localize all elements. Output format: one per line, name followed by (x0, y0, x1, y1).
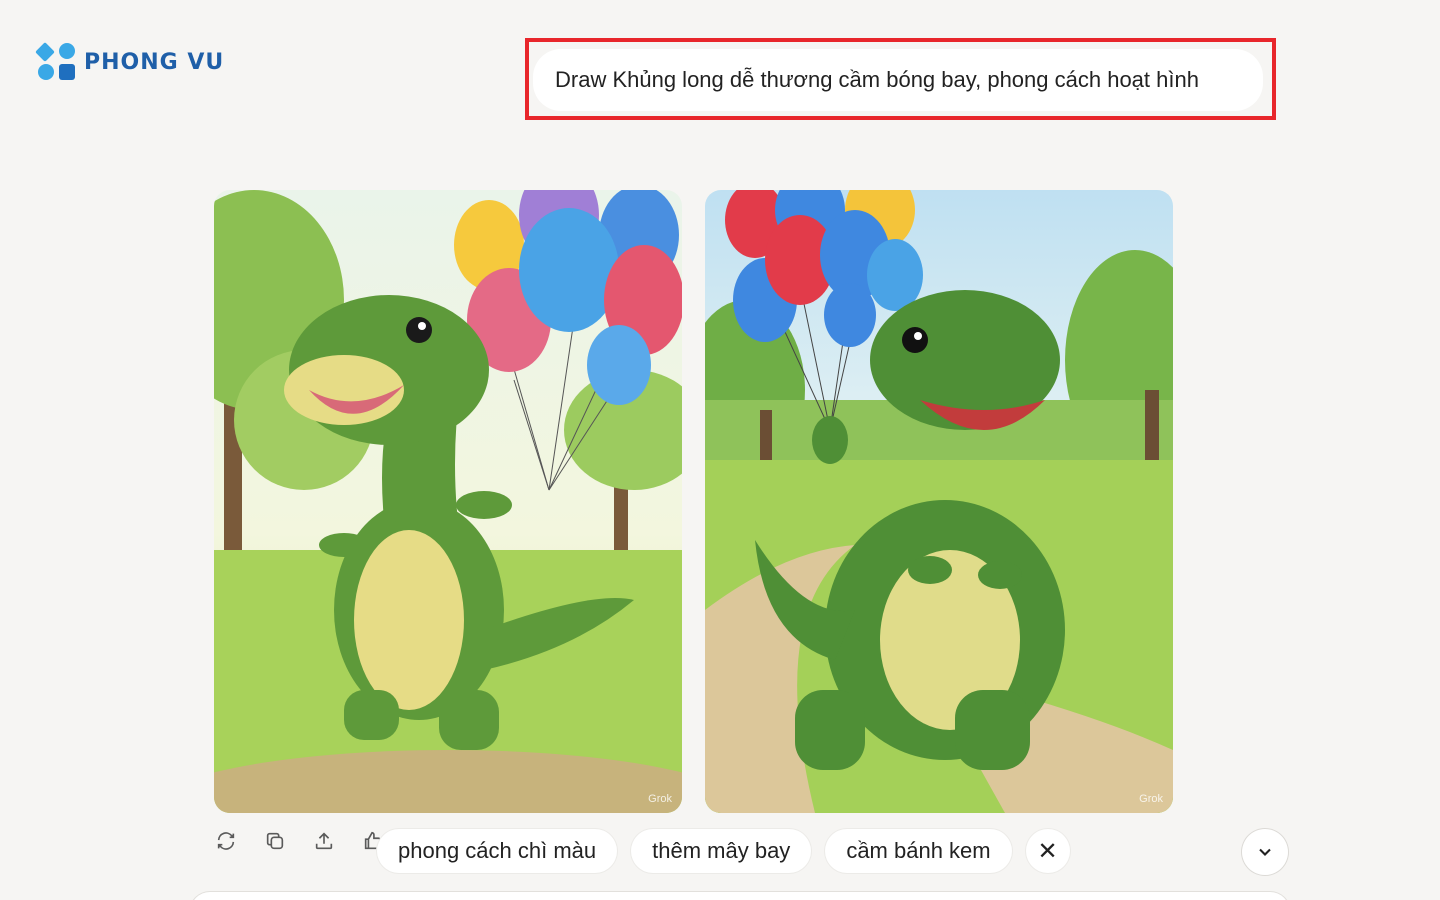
suggestion-chip[interactable]: thêm mây bay (631, 829, 812, 873)
scroll-down-button[interactable] (1242, 829, 1288, 875)
dismiss-suggestions-button[interactable]: ✕ (1025, 829, 1070, 873)
dino-illustration-2 (705, 190, 1173, 813)
generated-image-2[interactable]: Grok (705, 190, 1173, 813)
suggestion-chip[interactable]: cầm bánh kem (825, 829, 1012, 873)
chevron-down-icon (1259, 848, 1271, 856)
close-icon: ✕ (1037, 837, 1058, 865)
copy-button[interactable] (263, 827, 287, 855)
user-prompt-text: Draw Khủng long dễ thương cầm bóng bay, … (555, 67, 1199, 92)
refresh-icon (217, 832, 235, 850)
suggestion-chip[interactable]: phong cách chì màu (377, 829, 618, 873)
share-button[interactable] (312, 827, 336, 855)
grok-image-chat: PHONG VU Draw Khủng long dễ thương cầm b… (0, 0, 1440, 900)
generated-image-1[interactable]: Grok (214, 190, 682, 813)
phong-vu-logo-icon (35, 42, 78, 81)
logo-text: PHONG VU (84, 49, 225, 75)
suggestion-chips: phong cách chì màu thêm mây bay cầm bánh… (377, 829, 1070, 873)
user-prompt-bubble: Draw Khủng long dễ thương cầm bóng bay, … (533, 49, 1263, 111)
chat-input-box[interactable] (190, 892, 1290, 900)
copy-icon (266, 832, 284, 850)
dino-illustration-1 (214, 190, 682, 813)
regenerate-button[interactable] (214, 827, 238, 855)
image-watermark: Grok (648, 793, 672, 805)
response-actions (214, 827, 385, 855)
brand-logo: PHONG VU (35, 42, 225, 81)
image-watermark: Grok (1139, 793, 1163, 805)
share-icon (315, 832, 333, 850)
